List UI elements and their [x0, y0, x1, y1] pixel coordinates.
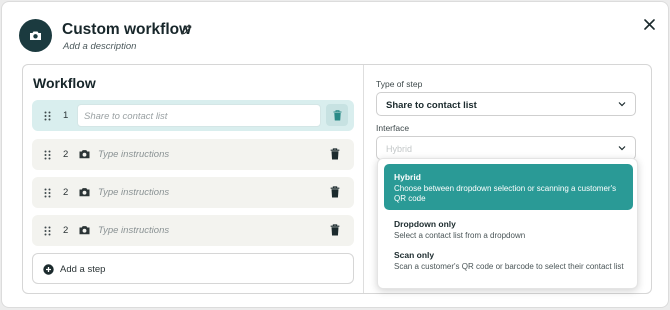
step-instruction-input[interactable]: Share to contact list [77, 104, 321, 127]
step-number: 2 [63, 149, 69, 160]
step-instruction-input[interactable]: Type instructions [98, 225, 169, 236]
step-number: 2 [63, 187, 69, 198]
step-instruction-input[interactable]: Type instructions [98, 149, 169, 160]
pencil-icon[interactable] [180, 23, 193, 36]
interface-option-dropdown-only[interactable]: Dropdown only Select a contact list from… [384, 215, 633, 243]
workflow-modal: Custom workflow Add a description Workfl… [1, 1, 669, 308]
close-icon [643, 18, 655, 30]
step-row[interactable]: 2 Type instructions [32, 215, 354, 246]
step-instruction-input[interactable]: Type instructions [98, 187, 169, 198]
add-step-label: Add a step [60, 264, 106, 275]
workflow-heading: Workflow [33, 75, 96, 91]
type-of-step-select[interactable]: Share to contact list [376, 92, 636, 116]
delete-step-button[interactable] [326, 104, 348, 126]
step-row[interactable]: 2 Type instructions [32, 177, 354, 208]
drag-handle-icon[interactable] [44, 188, 51, 198]
interface-select[interactable]: Hybrid [376, 136, 636, 160]
drag-handle-icon[interactable] [44, 111, 51, 121]
trash-icon[interactable] [330, 148, 340, 160]
add-step-button[interactable]: Add a step [32, 253, 354, 284]
drag-handle-icon[interactable] [44, 150, 51, 160]
step-number: 2 [63, 225, 69, 236]
type-of-step-value: Share to contact list [386, 100, 477, 111]
chevron-down-icon [618, 146, 626, 151]
interface-option-hybrid[interactable]: Hybrid Choose between dropdown selection… [384, 164, 633, 210]
chevron-down-icon [618, 102, 626, 107]
option-description: Select a contact list from a dropdown [394, 231, 526, 240]
interface-label: Interface [376, 123, 410, 133]
camera-icon [79, 150, 90, 159]
workflow-steps-section: Workflow 1 Share to contact list 2 Type … [23, 65, 363, 293]
option-title: Scan only [394, 250, 435, 260]
interface-select-value: Hybrid [386, 144, 413, 154]
interface-dropdown-menu: Hybrid Choose between dropdown selection… [377, 158, 638, 289]
workflow-avatar[interactable] [19, 19, 52, 52]
close-button[interactable] [639, 14, 659, 34]
description-input[interactable]: Add a description [63, 41, 136, 52]
step-row[interactable]: 2 Type instructions [32, 139, 354, 170]
type-of-step-label: Type of step [376, 79, 423, 89]
option-title: Hybrid [394, 172, 421, 182]
option-title: Dropdown only [394, 219, 456, 229]
option-description: Scan a customer's QR code or barcode to … [394, 262, 624, 271]
interface-option-scan-only[interactable]: Scan only Scan a customer's QR code or b… [384, 246, 633, 286]
trash-icon[interactable] [330, 186, 340, 198]
camera-icon [30, 31, 41, 40]
drag-handle-icon[interactable] [44, 226, 51, 236]
page-title: Custom workflow [62, 21, 192, 38]
camera-icon [79, 188, 90, 197]
step-row[interactable]: 1 Share to contact list [32, 100, 354, 131]
panel-divider [363, 65, 364, 293]
plus-circle-icon [43, 264, 54, 275]
option-description: Choose between dropdown selection or sca… [394, 184, 617, 203]
camera-icon [79, 226, 90, 235]
step-number: 1 [63, 110, 69, 121]
trash-icon [333, 109, 341, 120]
trash-icon[interactable] [330, 224, 340, 236]
